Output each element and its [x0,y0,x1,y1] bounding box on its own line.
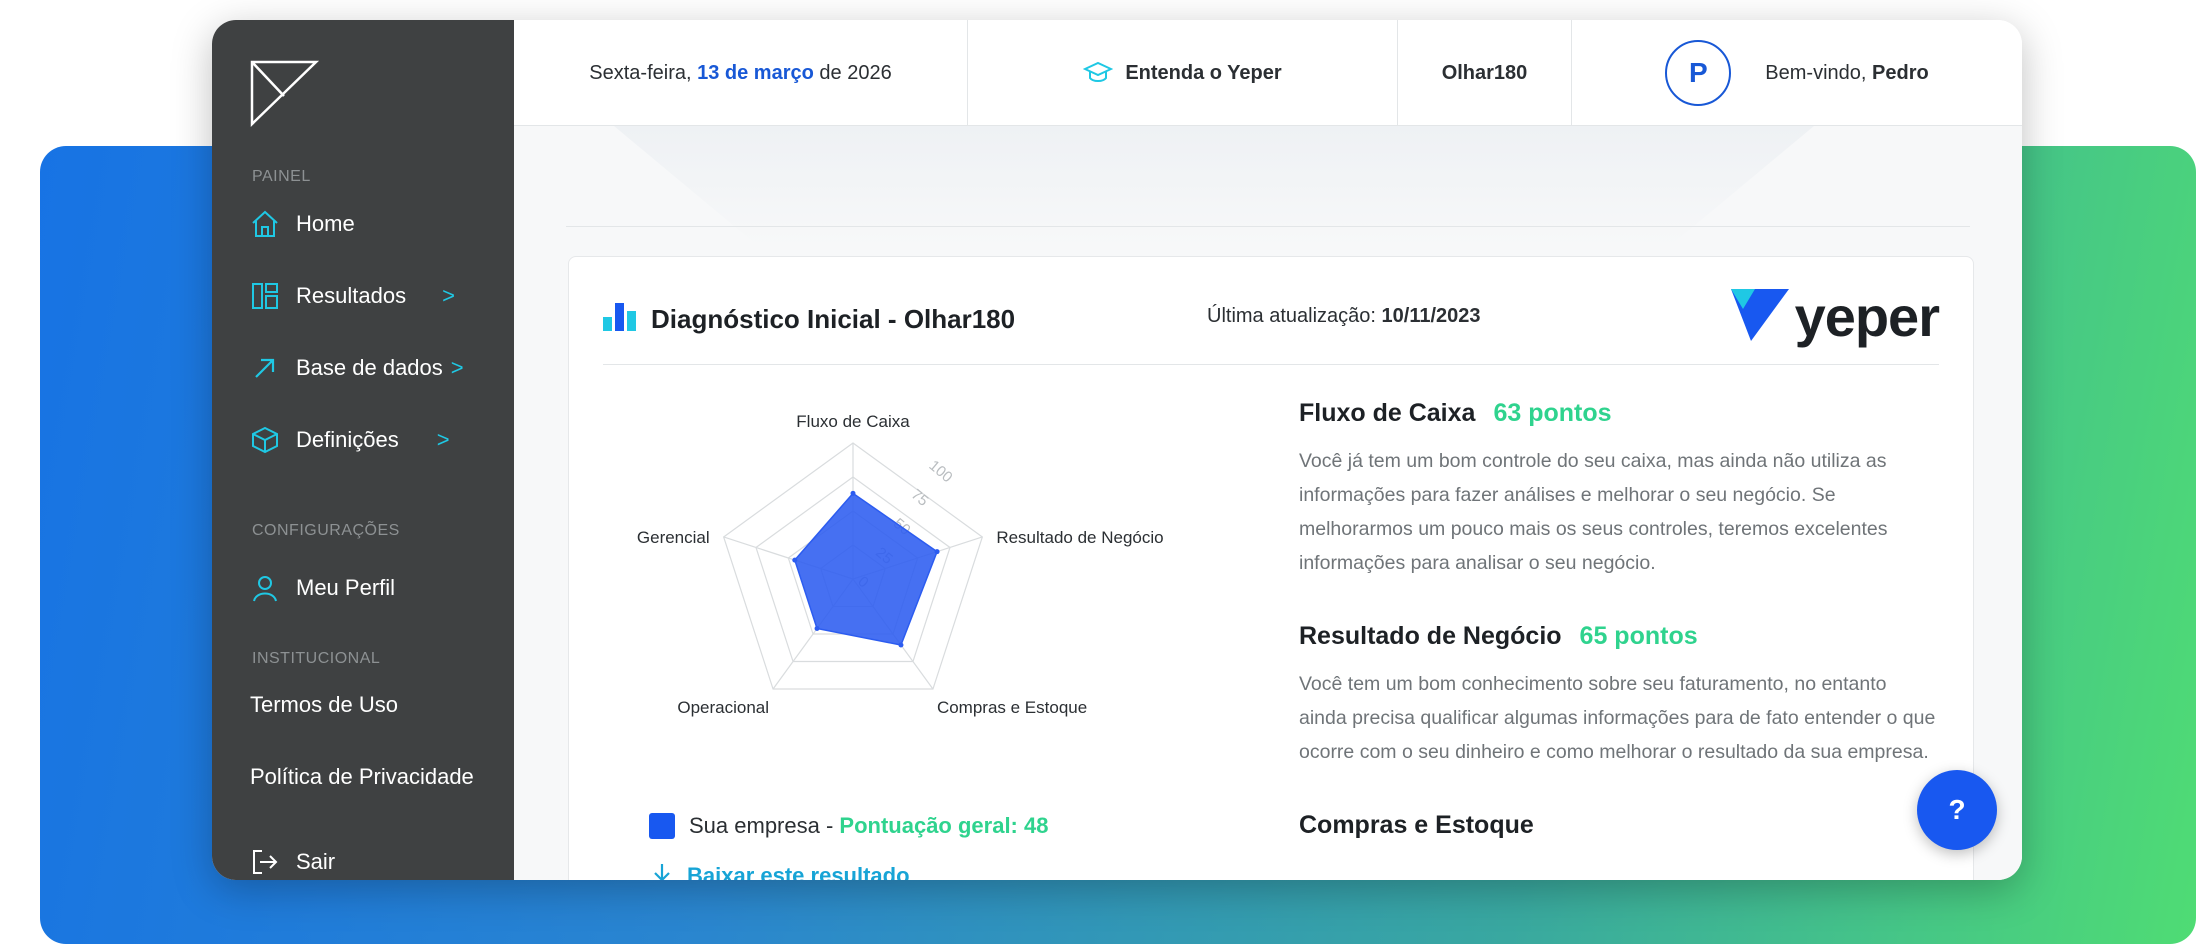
card-title-text: Diagnóstico Inicial - Olhar180 [651,304,1016,334]
updated-label: Última atualização: [1207,305,1382,327]
sidebar-item-label: Base de dados [296,355,443,380]
radar-axis-label: Gerencial [637,528,710,547]
legend-swatch [649,813,675,839]
olhar180-link[interactable]: Olhar180 [1398,20,1572,126]
user-welcome[interactable]: P Bem-vindo, Pedro [1572,20,2022,126]
radar-data-point [934,549,940,555]
logout-icon [250,847,280,877]
chevron-right-icon: > [436,427,450,452]
section-descriptions: Fluxo de Caixa 63 pontos Você já tem um … [1299,399,1939,880]
download-result-link[interactable]: Baixar este resultado [647,861,910,880]
chart-legend: Sua empresa - Pontuação geral: 48 [649,813,1048,839]
yeper-brand-logo: yeper [1730,284,1940,348]
section-label-configuracoes: CONFIGURAÇÕES [252,522,400,539]
section-name: Resultado de Negócio [1299,622,1562,650]
welcome-prefix: Bem-vindo, [1765,61,1873,84]
chevron-right-icon: > [450,355,464,380]
legend-label: Sua empresa - [689,813,840,838]
section-text: Você já tem um bom controle do seu caixa… [1299,450,1888,574]
section-points: 63 pontos [1493,399,1612,427]
section-points: 65 pontos [1579,622,1698,650]
sidebar: PAINEL Home Resultados > Base de dados > [212,20,514,880]
brand-name: yeper [1794,284,1940,348]
date-suffix: de 2026 [813,61,892,84]
diagnostic-card: Diagnóstico Inicial - Olhar180 Última at… [568,256,1974,880]
terms-link[interactable]: Termos de Uso [250,692,398,718]
sidebar-item-resultados[interactable]: Resultados > [250,276,455,316]
radar-data-point [898,642,904,648]
radar-tick-label: 100 [926,457,956,486]
section-fluxo-de-caixa: Fluxo de Caixa 63 pontos Você já tem um … [1299,399,1939,580]
sidebar-item-label: Home [296,211,355,236]
understand-yeper-label: Entenda o Yeper [1125,61,1282,84]
overall-score: Pontuação geral: 48 [839,813,1049,838]
results-icon [250,281,280,311]
card-header: Diagnóstico Inicial - Olhar180 Última at… [603,257,1940,365]
section-compras-e-estoque: Compras e Estoque [1299,811,1939,840]
radar-series-area [793,492,938,646]
sidebar-item-label: Resultados [296,283,407,308]
sidebar-item-label: Definições [296,427,399,452]
section-resultado-de-negocio: Resultado de Negócio 65 pontos Você tem … [1299,622,1939,769]
radar-axis-label: Resultado de Negócio [996,528,1163,547]
welcome-name: Pedro [1872,61,1929,84]
divider [566,226,1970,227]
yeper-mark-icon [1730,287,1789,346]
section-text: Você tem um bom conhecimento sobre seu f… [1299,673,1936,763]
sidebar-item-definicoes[interactable]: Definições > [250,420,450,460]
arrow-up-right-icon [250,353,280,383]
radar-data-point [792,557,798,563]
sidebar-item-home[interactable]: Home [250,204,355,244]
decorative-shape [614,126,1814,246]
app-logo-icon[interactable] [248,56,320,128]
home-icon [250,209,280,239]
logout-label: Sair [296,849,336,874]
last-updated: Última atualização: 10/11/2023 [1207,305,1481,328]
app-window: PAINEL Home Resultados > Base de dados > [212,20,2022,880]
date-prefix: Sexta-feira, [589,61,698,84]
date-display: Sexta-feira, 13 de março de 2026 [514,20,968,126]
radar-tick-label: 75 [908,486,932,510]
date-highlight: 13 de março [697,61,814,84]
radar-axis-label: Compras e Estoque [937,698,1087,717]
bar-chart-icon [603,301,637,338]
radar-chart: 0255075100Fluxo de CaixaResultado de Neg… [637,412,1164,717]
privacy-link[interactable]: Política de Privacidade [250,764,474,790]
cube-icon [250,425,280,455]
sidebar-item-base-de-dados[interactable]: Base de dados > [250,348,464,388]
understand-yeper-link[interactable]: Entenda o Yeper [968,20,1398,126]
top-bar: Sexta-feira, 13 de março de 2026 Entenda… [514,20,2022,126]
radar-axis-label: Fluxo de Caixa [796,412,910,431]
radar-data-point [814,626,820,632]
section-label-painel: PAINEL [252,168,311,185]
card-title: Diagnóstico Inicial - Olhar180 [603,301,1015,338]
help-button[interactable]: ? [1917,770,1997,850]
main-content: Diagnóstico Inicial - Olhar180 Última at… [514,126,2022,880]
avatar[interactable]: P [1665,40,1732,106]
radar-axis-label: Operacional [677,698,769,717]
section-label-institucional: INSTITUCIONAL [252,650,381,667]
section-name: Compras e Estoque [1299,811,1534,839]
graduation-cap-icon [1083,61,1114,85]
updated-value: 10/11/2023 [1381,305,1481,327]
download-icon [647,861,677,880]
sidebar-item-label: Meu Perfil [296,575,396,600]
download-label[interactable]: Baixar este resultado [687,863,910,880]
chevron-right-icon: > [442,283,455,308]
sidebar-item-meu-perfil[interactable]: Meu Perfil [250,568,395,608]
radar-data-point [850,490,856,496]
logout-button[interactable]: Sair [250,842,335,880]
section-name: Fluxo de Caixa [1299,399,1476,427]
user-icon [250,573,280,603]
